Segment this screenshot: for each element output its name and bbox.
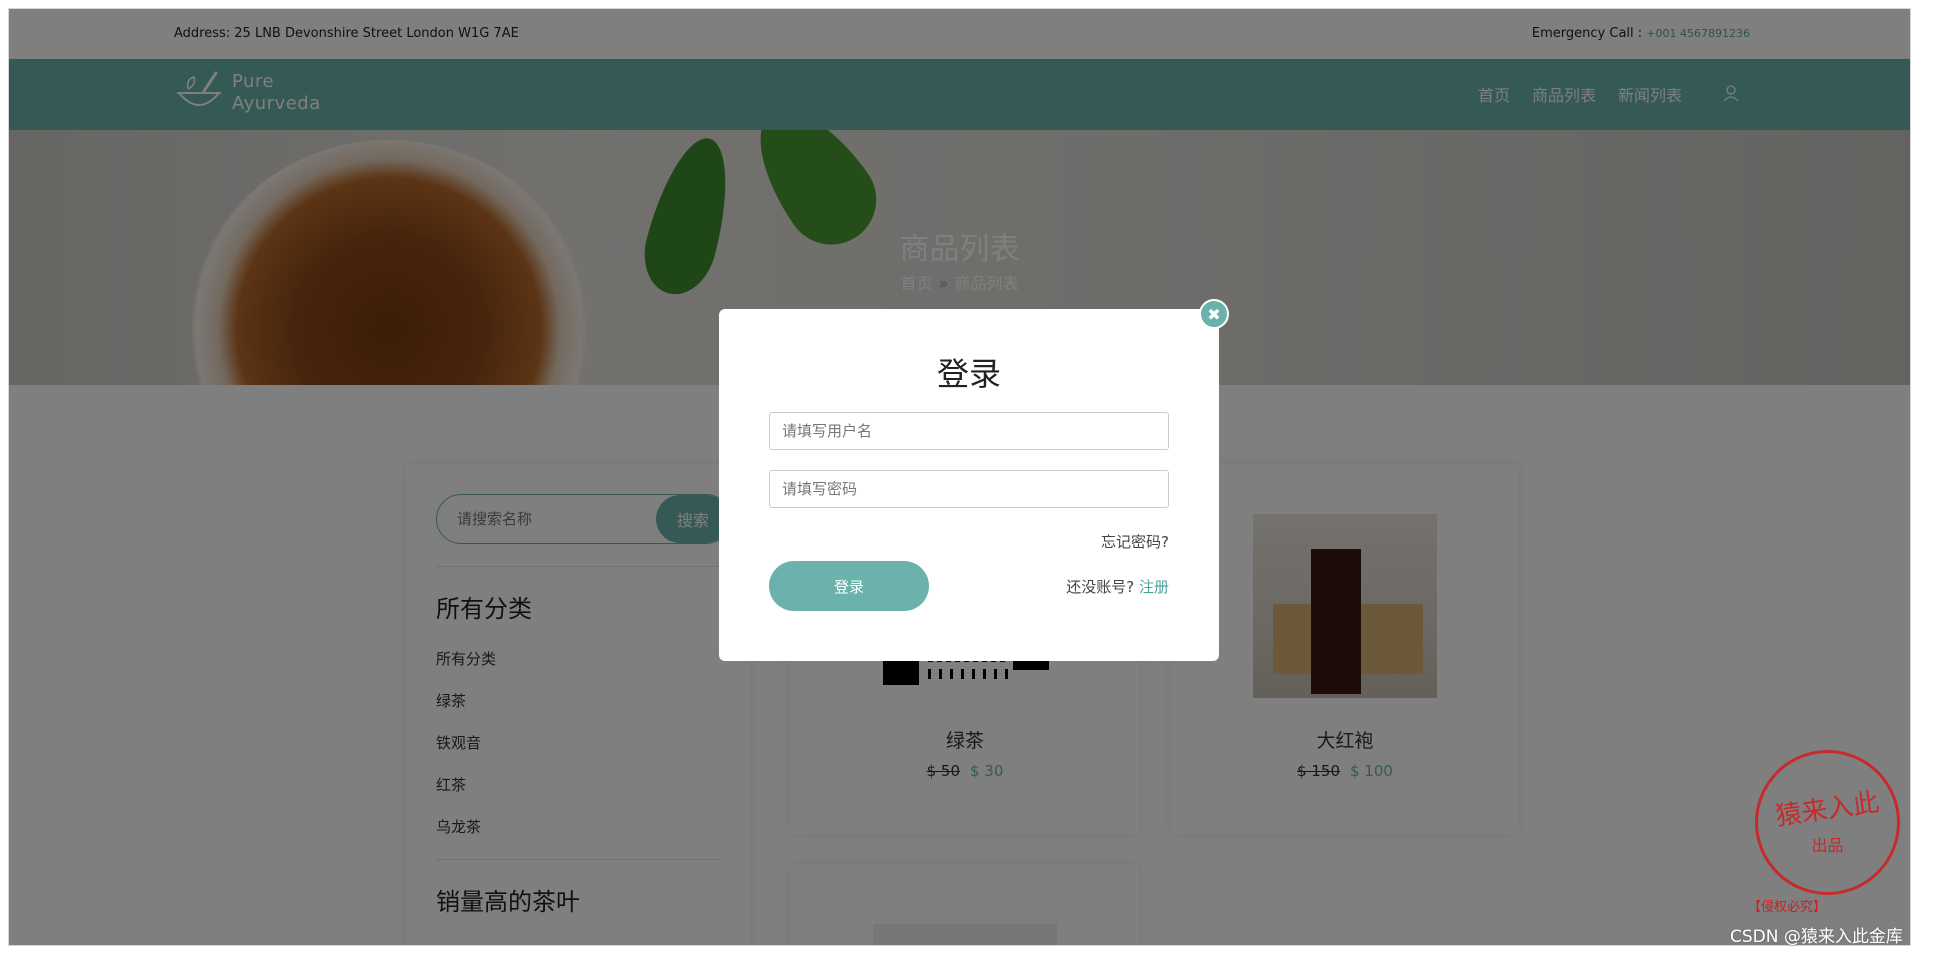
- register-prompt: 还没账号? 注册: [1066, 576, 1169, 597]
- close-icon[interactable]: ✖: [1199, 299, 1229, 329]
- watermark-stamp: 猿来入此 出品: [1755, 750, 1900, 895]
- csdn-credit: CSDN @猿来入此金库: [1730, 927, 1903, 947]
- stamp-note: 【侵权必究】: [1748, 900, 1827, 915]
- password-field[interactable]: 请填写密码: [769, 470, 1169, 508]
- login-modal: ✖ 登录 请填写用户名 请填写密码 忘记密码? 登录 还没账号? 注册: [719, 299, 1229, 661]
- stamp-sub-text: 出品: [1811, 836, 1844, 855]
- stamp-main-text: 猿来入此: [1774, 787, 1882, 833]
- page-frame: Address: 25 LNB Devonshire Street London…: [8, 8, 1911, 946]
- register-link[interactable]: 注册: [1139, 578, 1169, 596]
- forgot-password-link[interactable]: 忘记密码?: [1101, 531, 1169, 552]
- no-account-text: 还没账号?: [1066, 578, 1135, 596]
- username-field[interactable]: 请填写用户名: [769, 412, 1169, 450]
- login-button[interactable]: 登录: [769, 561, 929, 611]
- modal-title: 登录: [936, 355, 1001, 393]
